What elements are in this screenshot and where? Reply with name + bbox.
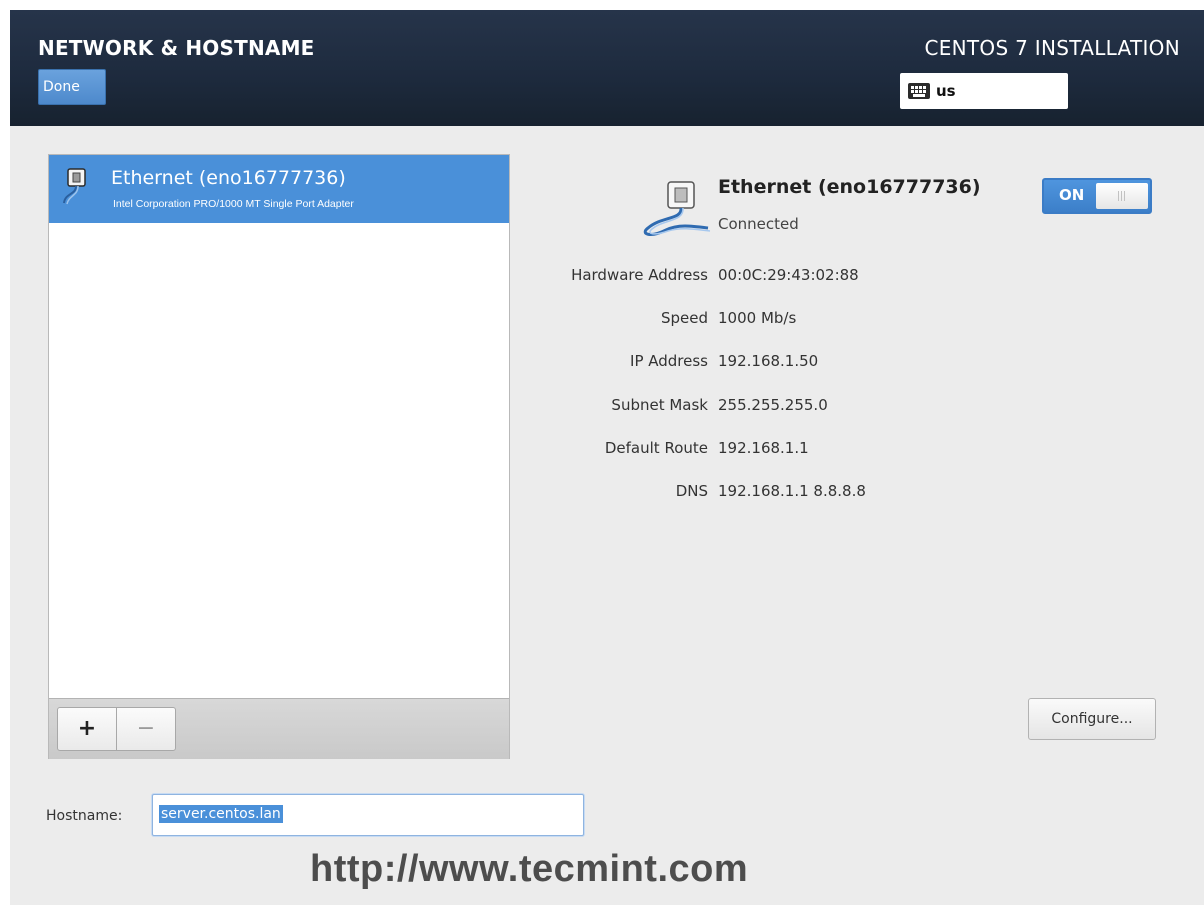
keyboard-layout-indicator[interactable]: us [900,73,1068,109]
hostname-input[interactable]: server.centos.lan [152,794,584,836]
hardware-address-value: 00:0C:29:43:02:88 [718,266,859,284]
speed-value: 1000 Mb/s [718,309,797,327]
keyboard-layout-label: us [936,82,956,100]
connection-status: Connected [718,215,799,233]
hostname-value: server.centos.lan [159,805,283,823]
hostname-label: Hostname: [46,808,123,824]
ip-address-value: 192.168.1.50 [718,352,819,370]
keyboard-icon [908,83,930,99]
add-device-button[interactable]: + [57,707,117,751]
ip-address-label: IP Address [630,352,708,370]
header-bar: NETWORK & HOSTNAME Done CENTOS 7 INSTALL… [10,10,1204,126]
dns-value: 192.168.1.1 8.8.8.8 [718,482,866,500]
device-description: Intel Corporation PRO/1000 MT Single Por… [113,198,354,210]
device-list-toolbar: + − [49,698,509,759]
list-item[interactable]: Ethernet (eno16777736) Intel Corporation… [49,155,509,223]
ethernet-icon [643,181,711,236]
page-title: NETWORK & HOSTNAME [38,36,315,60]
dns-label: DNS [675,482,708,500]
installer-window: NETWORK & HOSTNAME Done CENTOS 7 INSTALL… [10,10,1204,905]
toggle-knob[interactable] [1096,183,1148,209]
ethernet-icon [63,168,86,205]
installation-title: CENTOS 7 INSTALLATION [924,36,1180,60]
hardware-address-label: Hardware Address [571,266,708,284]
device-on-off-toggle[interactable]: ON [1042,178,1152,214]
default-route-label: Default Route [604,439,708,457]
default-route-value: 192.168.1.1 [718,439,809,457]
subnet-mask-value: 255.255.255.0 [718,396,828,414]
subnet-mask-label: Subnet Mask [611,396,708,414]
configure-button[interactable]: Configure... [1028,698,1156,740]
network-device-list: Ethernet (eno16777736) Intel Corporation… [48,154,510,759]
remove-device-button[interactable]: − [116,707,176,751]
device-detail-name: Ethernet (eno16777736) [718,176,981,198]
speed-label: Speed [660,309,708,327]
watermark: http://www.tecmint.com [310,848,749,890]
done-button[interactable]: Done [38,69,106,105]
toggle-label: ON [1059,186,1085,204]
device-name: Ethernet (eno16777736) [111,167,346,189]
